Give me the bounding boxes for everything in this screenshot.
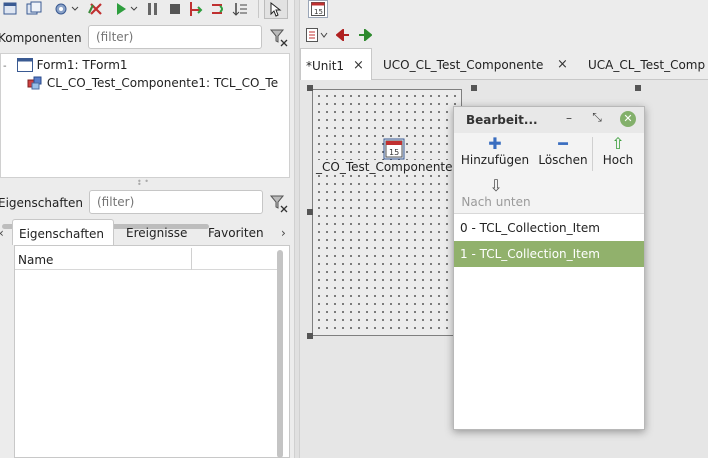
stop-icon[interactable]: [168, 1, 182, 17]
list-item[interactable]: 0 - TCL_Collection_Item: [454, 215, 644, 241]
list-item-selected[interactable]: 1 - TCL_Collection_Item: [454, 241, 644, 267]
toolbar-separator: [258, 0, 259, 18]
delete-button[interactable]: ━ Löschen: [536, 134, 590, 168]
tab-favoriten[interactable]: Favoriten: [208, 219, 264, 245]
properties-header: Eigenschaften: [0, 189, 294, 217]
resize-handle[interactable]: [307, 333, 313, 339]
resize-handle[interactable]: [635, 85, 641, 91]
tab-label: *Unit1: [306, 59, 345, 73]
calendar-component-button[interactable]: 15: [308, 0, 328, 18]
resize-handle[interactable]: [471, 85, 477, 91]
component-palette: 15: [300, 0, 708, 20]
minimize-icon[interactable]: –: [562, 111, 576, 127]
tab-uca-cl-test-comp[interactable]: UCA_CL_Test_Comp: [588, 48, 705, 80]
column-name-header[interactable]: Name: [18, 253, 53, 267]
resize-handle[interactable]: [307, 85, 313, 91]
tree-item-form1[interactable]: - Form1: TForm1: [3, 58, 128, 76]
toggle-form-icon[interactable]: [2, 1, 18, 17]
tab-label: UCA_CL_Test_Comp: [588, 58, 706, 72]
add-label: Hinzufügen: [460, 153, 530, 167]
mouse-pointer-icon: [270, 2, 282, 17]
tabs-scroll-left-icon[interactable]: ‹: [0, 219, 4, 245]
collection-editor-dialog: Bearbeit... – ⤡ ✕ ✚ Hinzufügen ━ Löschen…: [453, 106, 645, 430]
tabs-scroll-right-icon[interactable]: ›: [281, 219, 286, 245]
component-icon: [27, 76, 42, 90]
tab-ereignisse[interactable]: Ereignisse: [126, 219, 187, 245]
tree-item-label: CL_CO_Test_Componente1: TCL_CO_Te: [46, 76, 279, 90]
selection-tool-button[interactable]: [264, 0, 288, 19]
move-down-label: Nach unten: [461, 195, 531, 209]
build-modes-icon[interactable]: [54, 1, 80, 17]
tree-item-label: Form1: TForm1: [36, 58, 128, 72]
close-icon[interactable]: ×: [557, 57, 568, 72]
svg-text:15: 15: [314, 8, 323, 16]
run-icon[interactable]: [114, 1, 140, 17]
delete-label: Löschen: [538, 153, 588, 167]
property-grid-header: Name: [15, 248, 277, 270]
step-out-icon[interactable]: [232, 1, 248, 17]
pause-icon[interactable]: [146, 1, 160, 17]
tree-item-component[interactable]: CL_CO_Test_Componente1: TCL_CO_Te: [27, 76, 278, 94]
form-icon: [16, 58, 33, 72]
property-grid-scrollbar[interactable]: [277, 250, 283, 458]
plus-icon: ✚: [488, 134, 502, 153]
arrow-down-icon: ⇩: [489, 176, 503, 195]
clear-filter-icon[interactable]: [268, 192, 290, 214]
properties-label: Eigenschaften: [0, 196, 84, 210]
restore-icon[interactable]: ⤡: [590, 110, 604, 126]
move-up-button[interactable]: ⇧ Hoch: [598, 134, 638, 168]
step-into-icon[interactable]: [188, 1, 204, 17]
calendar-icon: 15: [311, 2, 325, 16]
resize-handle[interactable]: [307, 209, 313, 215]
add-button[interactable]: ✚ Hinzufügen: [458, 134, 532, 168]
close-icon[interactable]: ×: [353, 58, 364, 73]
tab-unit1[interactable]: *Unit1 ×: [300, 48, 372, 80]
back-arrow-icon[interactable]: [336, 29, 350, 41]
move-up-label: Hoch: [602, 153, 634, 167]
unit-list-icon[interactable]: [306, 28, 318, 42]
column-divider[interactable]: [191, 248, 192, 270]
properties-filter-input[interactable]: [89, 190, 263, 214]
new-unit-icon[interactable]: [26, 1, 42, 17]
move-down-button[interactable]: ⇩ Nach unten: [458, 176, 534, 210]
collection-item-list: 0 - TCL_Collection_Item 1 - TCL_Collecti…: [454, 213, 644, 429]
component-on-form[interactable]: 15: [383, 138, 405, 160]
forward-arrow-icon[interactable]: [358, 29, 372, 41]
calendar-icon: 15: [383, 138, 405, 160]
component-caption: _CO_Test_Componente1: [316, 160, 461, 174]
components-label: Komponenten: [0, 31, 82, 45]
editor-toolbar: [300, 22, 708, 48]
step-over-icon[interactable]: [210, 1, 226, 17]
clear-filter-icon[interactable]: [268, 26, 290, 48]
dialog-toolbar: ✚ Hinzufügen ━ Löschen ⇧ Hoch ⇩ Nach unt…: [454, 133, 644, 213]
tab-uco-cl-test-componente[interactable]: UCO_CL_Test_Componente ×: [383, 48, 568, 80]
properties-tabs: ‹ Eigenschaften Ereignisse Favoriten ›: [0, 219, 294, 245]
dialog-title: Bearbeit...: [466, 113, 538, 127]
main-toolbar: [0, 0, 294, 20]
editor-tabs: *Unit1 × UCO_CL_Test_Componente × UCA_CL…: [300, 48, 708, 80]
property-grid: Name: [14, 245, 290, 458]
form-design-surface[interactable]: 15: [312, 89, 462, 336]
components-tree: - Form1: TForm1 CL_CO_Test_Componente1: …: [0, 53, 290, 229]
arrow-up-icon: ⇧: [611, 134, 625, 153]
dialog-titlebar[interactable]: Bearbeit... – ⤡ ✕: [454, 107, 644, 133]
tab-eigenschaften[interactable]: Eigenschaften: [12, 219, 114, 245]
panel-splitter[interactable]: • • •: [137, 178, 149, 189]
stop-build-icon[interactable]: [88, 1, 104, 17]
tree-collapse-icon[interactable]: -: [3, 61, 13, 72]
toolbar-separator: [592, 137, 593, 171]
svg-text:15: 15: [389, 148, 399, 157]
components-filter-input[interactable]: [88, 25, 262, 49]
minus-icon: ━: [558, 134, 568, 153]
close-icon[interactable]: ✕: [620, 111, 636, 127]
tab-label: UCO_CL_Test_Componente: [383, 58, 544, 72]
chevron-down-icon[interactable]: [320, 31, 328, 39]
components-header: Komponenten: [0, 22, 294, 52]
